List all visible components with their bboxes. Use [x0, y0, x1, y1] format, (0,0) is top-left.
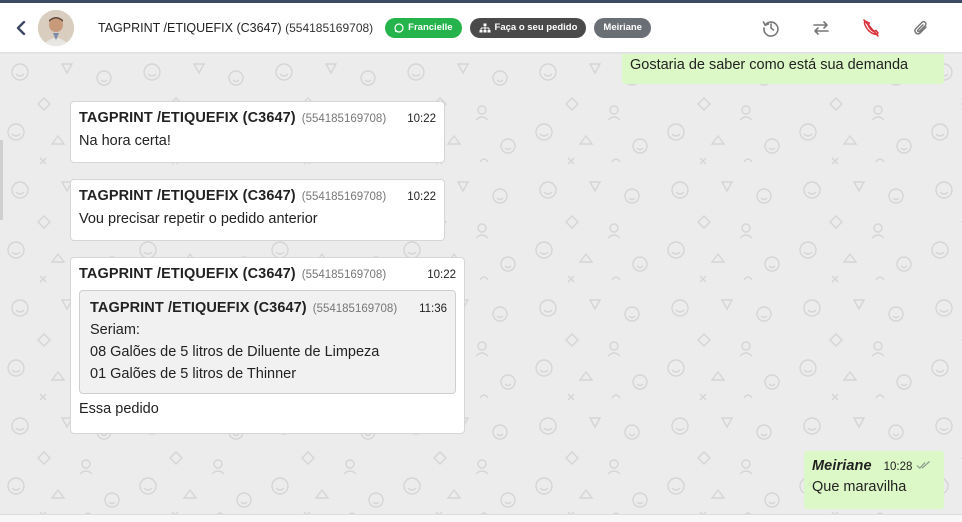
back-button[interactable] [6, 3, 36, 53]
quoted-line: Seriam: [90, 322, 140, 338]
message-time: 10:22 [427, 269, 456, 281]
tag-label: Meiriane [603, 22, 642, 33]
quoted-meta: TAGPRINT /ETIQUEFIX (C3647) (55418516970… [90, 300, 447, 316]
quoted-message[interactable]: TAGPRINT /ETIQUEFIX (C3647) (55418516970… [79, 290, 456, 394]
message-text: Vou precisar repetir o pedido anterior [79, 211, 318, 227]
message-phone: (554185169708) [301, 269, 387, 281]
quoted-time: 11:36 [419, 303, 447, 315]
message-meta: Meiriane 10:28 [812, 458, 936, 474]
attachment-icon [914, 20, 927, 35]
tag-faca-o-seu-pedido[interactable]: Faça o seu pedido [469, 17, 587, 38]
message-text: Essa pedido [79, 401, 159, 417]
message-text: Gostaria de saber como está sua demanda [630, 57, 909, 73]
incoming-message[interactable]: TAGPRINT /ETIQUEFIX (C3647) (55418516970… [70, 179, 445, 241]
message-meta: TAGPRINT /ETIQUEFIX (C3647) (55418516970… [79, 266, 456, 282]
outgoing-message[interactable]: Meiriane 10:28 Que maravilha [804, 451, 944, 509]
chat-area[interactable]: Gostaria de saber como está sua demanda … [0, 54, 962, 514]
quoted-phone: (554185169708) [312, 303, 398, 315]
tag-meiriane[interactable]: Meiriane [594, 17, 651, 38]
contact-name: TAGPRINT /ETIQUEFIX (C3647) [98, 20, 282, 35]
message-meta: TAGPRINT /ETIQUEFIX (C3647) (55418516970… [79, 110, 436, 126]
whatsapp-icon [394, 22, 404, 33]
quoted-author: TAGPRINT /ETIQUEFIX (C3647) [90, 300, 307, 316]
quoted-line: 01 Galões de 5 litros de Thinner [90, 366, 297, 382]
incoming-message[interactable]: TAGPRINT /ETIQUEFIX (C3647) (55418516970… [70, 101, 445, 163]
contact-title[interactable]: TAGPRINT /ETIQUEFIX (C3647) (55418516970… [98, 21, 373, 35]
chevron-left-icon [16, 20, 26, 35]
message-phone: (554185169708) [301, 113, 387, 125]
tag-label: Faça o seu pedido [494, 22, 578, 33]
contact-phone: (554185169708) [285, 20, 374, 35]
quoted-text: Seriam: 08 Galões de 5 litros de Diluent… [90, 319, 447, 385]
message-time: 10:22 [407, 113, 436, 125]
transfer-icon [813, 21, 829, 35]
outgoing-message[interactable]: Gostaria de saber como está sua demanda [622, 54, 944, 84]
history-button[interactable] [746, 19, 796, 37]
attachment-button[interactable] [896, 19, 946, 37]
message-author: TAGPRINT /ETIQUEFIX (C3647) [79, 110, 296, 126]
quoted-line: 08 Galões de 5 litros de Diluente de Lim… [90, 344, 380, 360]
transfer-button[interactable] [796, 19, 846, 37]
message-author: Meiriane [812, 458, 872, 474]
message-time: 10:28 [883, 461, 913, 473]
message-text: Que maravilha [812, 479, 907, 495]
composer-bar[interactable] [0, 514, 962, 522]
message-time: 10:22 [407, 191, 436, 203]
scroll-indicator [0, 140, 3, 220]
history-icon [762, 21, 779, 37]
tag-francielle[interactable]: Francielle [385, 17, 462, 38]
chat-header: TAGPRINT /ETIQUEFIX (C3647) (55418516970… [0, 3, 962, 53]
incoming-reply-message[interactable]: TAGPRINT /ETIQUEFIX (C3647) (55418516970… [70, 257, 465, 434]
message-text: Na hora certa! [79, 133, 171, 149]
message-meta: TAGPRINT /ETIQUEFIX (C3647) (55418516970… [79, 188, 436, 204]
avatar[interactable] [38, 9, 74, 46]
sitemap-icon [479, 23, 491, 32]
header-actions [746, 3, 946, 53]
end-call-icon [863, 19, 879, 37]
tag-label: Francielle [408, 22, 453, 33]
message-author: TAGPRINT /ETIQUEFIX (C3647) [79, 266, 296, 282]
message-phone: (554185169708) [301, 191, 387, 203]
double-check-icon [917, 461, 931, 470]
end-call-button[interactable] [846, 18, 896, 38]
message-author: TAGPRINT /ETIQUEFIX (C3647) [79, 188, 296, 204]
